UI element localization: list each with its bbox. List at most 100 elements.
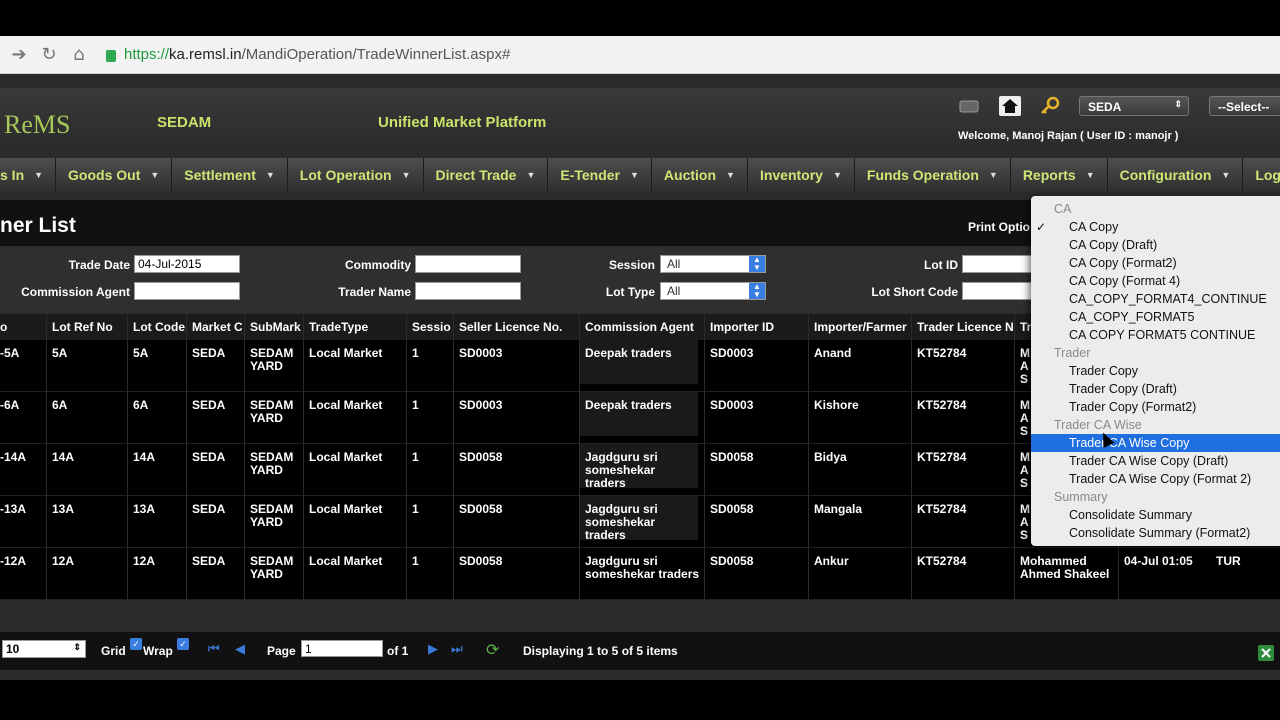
dropdown-option-label: Trader Copy (Format2) — [1069, 400, 1197, 414]
dropdown-option-label: Trader CA Wise Copy (Format 2) — [1069, 472, 1252, 486]
commodity-input[interactable] — [415, 255, 521, 273]
reload-icon[interactable]: ↻ — [38, 44, 60, 65]
secondary-select[interactable]: --Select-- — [1209, 96, 1280, 116]
table-cell: Local Market — [309, 503, 383, 516]
dropdown-option[interactable]: CA Copy (Draft) — [1031, 236, 1280, 254]
commission-agent-input[interactable] — [134, 282, 240, 300]
address-bar[interactable]: https://ka.remsl.in/MandiOperation/Trade… — [106, 46, 510, 63]
table-row[interactable]: -12A 12A 12A SEDA SEDAM YARD Local Market 1 SD0… — [0, 548, 1280, 600]
table-cell: 14A — [52, 451, 75, 464]
menu-settlement[interactable]: Settlement ▼ — [172, 158, 288, 192]
previous-page-icon[interactable]: ◀ — [235, 642, 245, 657]
dropdown-option[interactable]: Trader CA Wise Copy (Draft) — [1031, 452, 1280, 470]
first-page-icon[interactable]: ⏮ — [208, 642, 220, 657]
table-cell: KT52784 — [917, 399, 967, 412]
column-header[interactable]: Lot Ref No — [52, 320, 126, 334]
dropdown-option[interactable]: Trader Copy (Draft) — [1031, 380, 1280, 398]
table-cell: -12A — [0, 555, 27, 568]
menu-label: Funds Operation — [866, 167, 979, 183]
dropdown-option[interactable]: Consolidate Summary — [1031, 506, 1280, 524]
column-header[interactable]: Sessio — [412, 320, 452, 334]
session-select[interactable]: All ▲ ▼ — [660, 255, 766, 273]
table-cell: 1 — [412, 399, 419, 412]
grid-checkbox[interactable]: ✓ — [130, 638, 142, 650]
lot-type-select[interactable]: All ▲ ▼ — [660, 282, 766, 300]
menu-label: Logout — [1255, 167, 1280, 183]
next-page-icon[interactable]: ▶ — [428, 642, 438, 657]
home-icon[interactable]: ⌂ — [68, 44, 90, 65]
page-number-input[interactable]: 1 — [301, 640, 383, 657]
column-header[interactable]: Seller Licence No. — [459, 320, 575, 334]
dropdown-option[interactable]: CA_COPY_FORMAT4_CONTINUE — [1031, 290, 1280, 308]
column-header[interactable]: Market C — [192, 320, 242, 334]
column-header[interactable]: Importer/Farmer — [814, 320, 910, 334]
refresh-icon[interactable]: ⟳ — [486, 640, 499, 659]
table-cell: SD0058 — [459, 451, 503, 464]
menu-lot-operation[interactable]: Lot Operation ▼ — [288, 158, 424, 192]
menu-label: Lot Operation — [299, 167, 392, 183]
page-label: Page — [267, 644, 296, 658]
column-divider — [46, 314, 47, 672]
menu-e-tender[interactable]: E-Tender ▼ — [548, 158, 652, 192]
dropdown-option[interactable]: ✓ CA Copy — [1031, 218, 1280, 236]
dropdown-option[interactable]: Trader Copy — [1031, 362, 1280, 380]
menu-inventory[interactable]: Inventory ▼ — [748, 158, 855, 192]
market-select[interactable]: SEDA ⇕ — [1079, 96, 1189, 116]
column-header[interactable]: SubMark — [250, 320, 302, 334]
menu-auction[interactable]: Auction ▼ — [652, 158, 748, 192]
lot-type-value: All — [667, 284, 681, 298]
column-header[interactable]: Importer ID — [710, 320, 806, 334]
url-host: ka.remsl.in — [169, 46, 242, 63]
dropdown-option-label: Trader CA Wise Copy (Draft) — [1069, 454, 1229, 468]
trade-date-input[interactable]: 04-Jul-2015 — [134, 255, 240, 273]
updown-icon: ⇕ — [1174, 99, 1182, 109]
column-header[interactable]: TradeType — [309, 320, 405, 334]
monitor-icon[interactable] — [958, 96, 980, 116]
dropdown-option[interactable]: Trader Copy (Format2) — [1031, 398, 1280, 416]
dropdown-option[interactable]: Trader CA Wise Copy (Format 2) — [1031, 470, 1280, 488]
table-cell: SEDA — [192, 347, 226, 360]
column-header[interactable]: Commission Agent — [585, 320, 701, 334]
table-cell: Local Market — [309, 451, 383, 464]
table-cell: SD0003 — [459, 347, 503, 360]
dropdown-option[interactable]: Consolidate Summary (Format2) — [1031, 524, 1280, 542]
menu-direct-trade[interactable]: Direct Trade ▼ — [424, 158, 549, 192]
menu-logout[interactable]: Logout — [1243, 158, 1280, 192]
menu-funds-operation[interactable]: Funds Operation ▼ — [855, 158, 1011, 192]
table-cell: KT52784 — [917, 503, 967, 516]
dropdown-option[interactable]: CA_COPY_FORMAT5 — [1031, 308, 1280, 326]
table-cell: Deepak traders — [580, 392, 698, 436]
column-divider — [579, 314, 580, 672]
last-page-icon[interactable]: ⏭ — [451, 642, 463, 657]
dropdown-option[interactable]: Trader CA Wise Copy — [1031, 434, 1280, 452]
lot-id-input[interactable] — [962, 255, 1032, 273]
table-cell: SEDAM YARD — [250, 555, 294, 581]
menu-configuration[interactable]: Configuration ▼ — [1108, 158, 1244, 192]
dropdown-option[interactable]: CA Copy (Format 4) — [1031, 272, 1280, 290]
menu-goods-out[interactable]: Goods Out ▼ — [56, 158, 173, 192]
dropdown-option[interactable]: CA Copy (Format2) — [1031, 254, 1280, 272]
home-icon[interactable] — [999, 96, 1021, 116]
table-cell: SEDA — [192, 503, 226, 516]
key-icon[interactable] — [1039, 96, 1061, 116]
column-divider — [186, 314, 187, 672]
page-count: of 1 — [387, 644, 409, 658]
trader-name-input[interactable] — [415, 282, 521, 300]
caret-down-icon: ▼ — [630, 170, 639, 180]
excel-export-icon[interactable] — [1258, 645, 1274, 661]
table-cell: 1 — [412, 347, 419, 360]
dropdown-option-label: Consolidate Summary (Format2) — [1069, 526, 1251, 540]
dropdown-option[interactable]: CA COPY FORMAT5 CONTINUE — [1031, 326, 1280, 344]
menu-goods-in[interactable]: s In ▼ — [0, 158, 57, 192]
print-options-dropdown[interactable]: CA ✓ CA Copy CA Copy (Draft) CA Copy (Format… — [1031, 196, 1280, 546]
column-header[interactable]: Lot Code — [133, 320, 185, 334]
column-header[interactable]: Trader Licence N — [917, 320, 1013, 334]
forward-icon[interactable]: ➔ — [8, 44, 30, 65]
menu-reports[interactable]: Reports ▼ — [1011, 158, 1108, 192]
lot-short-code-input[interactable] — [962, 282, 1032, 300]
wrap-checkbox[interactable]: ✓ — [177, 638, 189, 650]
table-cell: Anand — [814, 347, 852, 360]
lot-id-label: Lot ID — [924, 258, 958, 272]
page-size-select[interactable]: 10 ⇕ — [2, 640, 86, 658]
column-header[interactable]: o — [0, 320, 40, 334]
